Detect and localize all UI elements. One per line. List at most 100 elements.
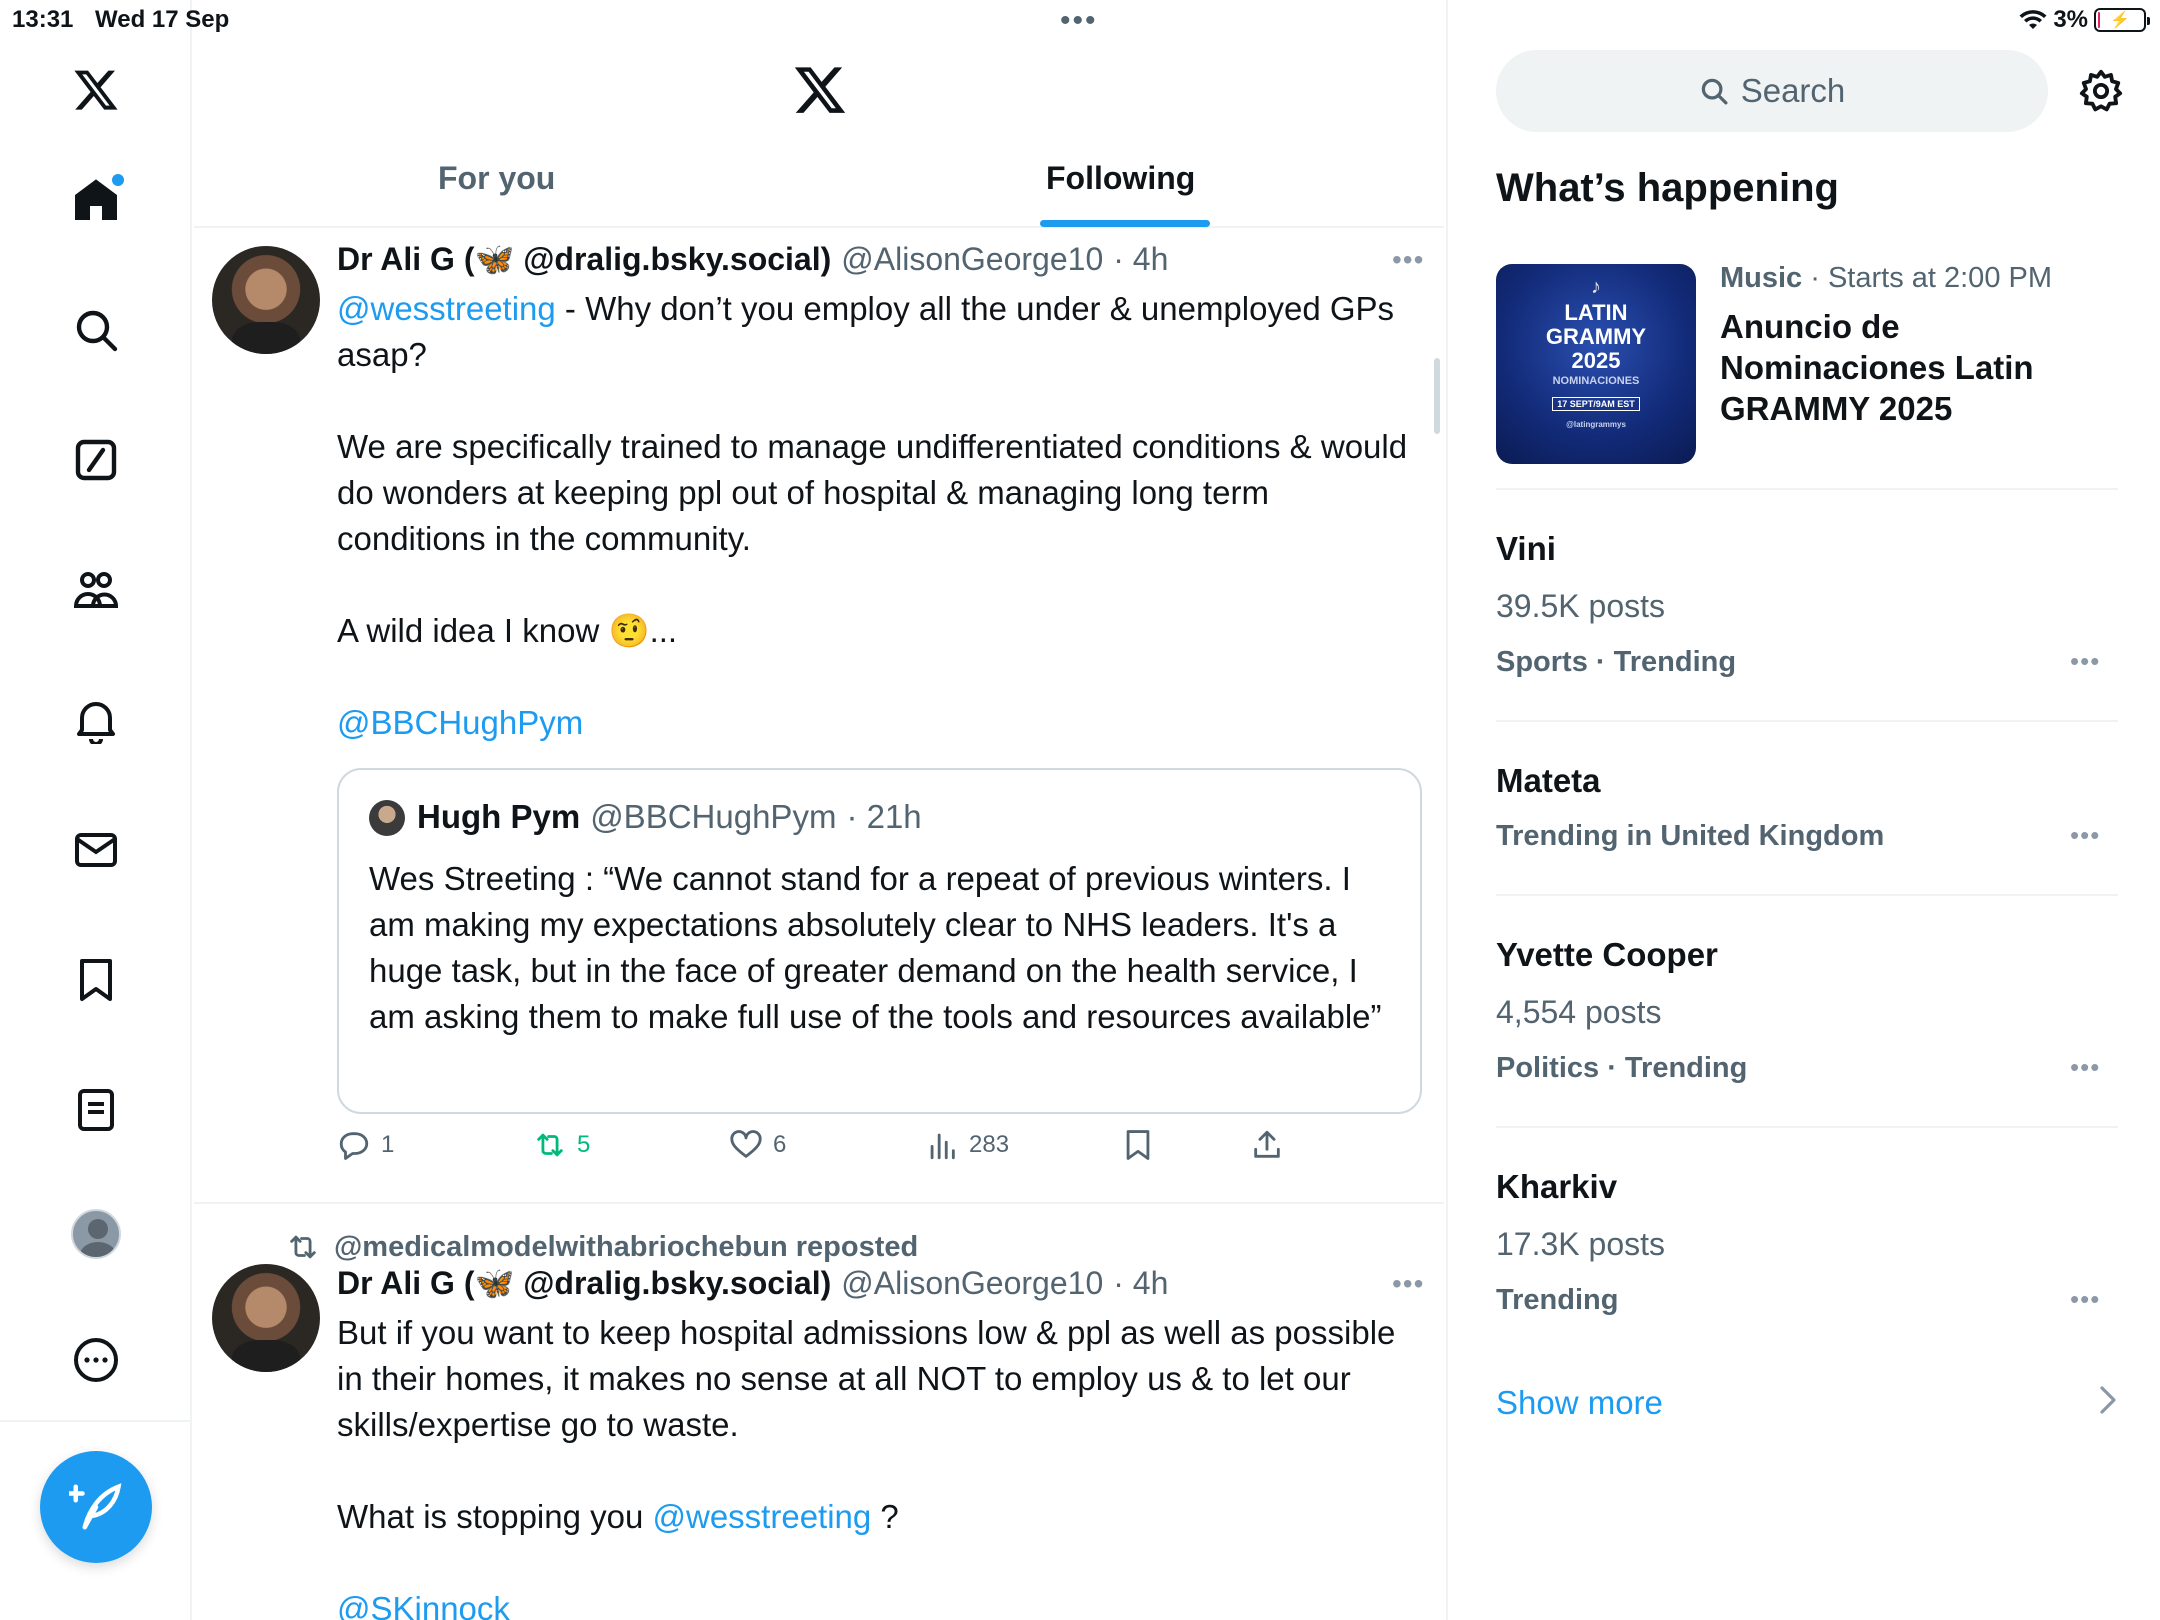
reply-button[interactable]: 1: [337, 1128, 394, 1162]
bookmark-icon: [1126, 1130, 1150, 1160]
battery-icon: ⚡: [2094, 8, 2150, 32]
quote-author-handle: @BBCHughPym: [590, 798, 837, 835]
quote-text: Wes Streeting : “We cannot stand for a r…: [369, 860, 1382, 1035]
repost-button[interactable]: 5: [533, 1128, 590, 1162]
timeline-feed: Dr Ali G (🦋 @dralig.bsky.social) @Alison…: [194, 230, 1444, 1620]
thumb-text: 17 SEPT/9AM EST: [1552, 397, 1640, 411]
author-name[interactable]: Dr Ali G (🦋 @dralig.bsky.social): [337, 240, 831, 278]
x-logo-icon[interactable]: [68, 62, 124, 118]
multitasking-dots-icon[interactable]: •••: [1060, 4, 1098, 38]
trend-divider: [1496, 1126, 2118, 1128]
quote-header: Hugh Pym @BBCHughPym · 21h: [417, 798, 922, 836]
emoji-icon: 🤨: [608, 612, 650, 649]
whats-happening-title: What’s happening: [1496, 166, 1839, 210]
thumb-text: 2025: [1571, 348, 1621, 373]
author-avatar[interactable]: [212, 246, 320, 354]
search-placeholder: Search: [1740, 72, 1846, 109]
active-tab-indicator: [1040, 220, 1210, 227]
compose-icon: [69, 1483, 122, 1530]
search-icon: [1701, 78, 1728, 105]
share-button[interactable]: [1250, 1128, 1284, 1162]
post-more-icon[interactable]: •••: [1392, 244, 1424, 276]
repost-icon: [537, 1133, 563, 1157]
author-handle[interactable]: @AlisonGeorge10: [841, 241, 1103, 278]
search-input[interactable]: Search: [1496, 50, 2048, 132]
trend-post-count: 4,554 posts: [1496, 994, 1662, 1030]
more-icon[interactable]: [68, 1332, 124, 1388]
nav-divider: [0, 1420, 192, 1422]
author-avatar[interactable]: [212, 1264, 320, 1372]
notification-dot: [112, 174, 124, 186]
event-title[interactable]: Anuncio de Nominaciones Latin GRAMMY 202…: [1720, 306, 2120, 429]
trend-more-icon[interactable]: •••: [2070, 646, 2100, 677]
trend-topic: Vini: [1496, 530, 1556, 567]
messages-icon[interactable]: [68, 822, 124, 878]
tab-following[interactable]: Following: [1046, 160, 1195, 197]
bookmarks-icon[interactable]: [68, 952, 124, 1008]
gear-icon[interactable]: [2078, 68, 2124, 114]
trend-meta: Trending: [1496, 1284, 1619, 1316]
post-text-tail: ...: [649, 612, 678, 649]
search-icon[interactable]: [68, 302, 124, 358]
like-button[interactable]: 6: [729, 1128, 786, 1162]
quoted-post[interactable]: Hugh Pym @BBCHughPym · 21h Wes Streeting…: [337, 768, 1422, 1114]
left-nav: [0, 0, 192, 1620]
post-text-tail: ?: [871, 1498, 899, 1535]
post-time[interactable]: · 4h: [1113, 1265, 1168, 1302]
feed-scrollbar[interactable]: [1434, 358, 1440, 434]
post-text: But if you want to keep hospital admissi…: [337, 1310, 1422, 1620]
trend-topic: Yvette Cooper: [1496, 936, 1718, 973]
reply-icon: [339, 1132, 369, 1160]
communities-icon[interactable]: [68, 562, 124, 618]
profile-icon[interactable]: [68, 1206, 124, 1262]
trend-topic: Kharkiv: [1496, 1168, 1618, 1205]
event-start-time: · Starts at 2:00 PM: [1802, 262, 2053, 294]
trend-divider: [1496, 894, 2118, 896]
lists-icon[interactable]: [68, 1082, 124, 1138]
thumb-text: @latingrammys: [1566, 420, 1626, 429]
status-date: Wed 17 Sep: [95, 6, 230, 33]
mention-link[interactable]: @wesstreeting: [653, 1498, 872, 1535]
trend-topic: Mateta: [1496, 762, 1601, 799]
post-paragraph: We are specifically trained to manage un…: [337, 428, 1408, 557]
trend-divider: [1496, 488, 2118, 490]
author-handle[interactable]: @AlisonGeorge10: [841, 1265, 1103, 1302]
compose-button[interactable]: [40, 1451, 152, 1563]
post-paragraph: A wild idea I know: [337, 612, 609, 649]
status-bar: 13:31 Wed 17 Sep ••• 3% ⚡: [0, 0, 2160, 40]
trend-more-icon[interactable]: •••: [2070, 1052, 2100, 1083]
author-name[interactable]: Dr Ali G (🦋 @dralig.bsky.social): [337, 1264, 831, 1302]
grok-icon[interactable]: [68, 432, 124, 488]
post-divider: [194, 1202, 1444, 1204]
battery-percent: 3%: [2053, 6, 2088, 33]
views-button[interactable]: 283: [925, 1128, 1009, 1162]
repost-context[interactable]: @medicalmodelwithabriochebun reposted: [286, 1230, 918, 1264]
right-sidebar: Search What’s happening ♪ LATIN GRAMMY 2…: [1446, 0, 2160, 1620]
bookmark-button[interactable]: [1121, 1128, 1155, 1162]
quote-time: · 21h: [846, 798, 922, 835]
like-count: 6: [773, 1131, 787, 1158]
mention-link[interactable]: @SKinnock: [337, 1590, 510, 1620]
x-logo-icon[interactable]: [792, 62, 848, 118]
post-time[interactable]: · 4h: [1113, 241, 1168, 278]
quote-author-name: Hugh Pym: [417, 798, 581, 835]
reposted-by-label: @medicalmodelwithabriochebun reposted: [334, 1230, 919, 1263]
tab-for-you[interactable]: For you: [438, 160, 555, 197]
mention-link[interactable]: @wesstreeting: [337, 290, 556, 327]
notifications-icon[interactable]: [68, 692, 124, 748]
event-thumbnail[interactable]: ♪ LATIN GRAMMY 2025 NOMINACIONES 17 SEPT…: [1496, 264, 1696, 464]
trend-more-icon[interactable]: •••: [2070, 820, 2100, 851]
mention-link[interactable]: @BBCHughPym: [337, 704, 583, 741]
trend-more-icon[interactable]: •••: [2070, 1284, 2100, 1315]
show-more-link[interactable]: Show more: [1496, 1384, 1663, 1422]
trend-meta: Trending in United Kingdom: [1496, 820, 1885, 852]
post-text: @wesstreeting - Why don’t you employ all…: [337, 286, 1422, 746]
home-icon[interactable]: [68, 172, 124, 228]
views-count: 283: [969, 1131, 1010, 1158]
gramophone-icon: ♪: [1591, 276, 1601, 298]
repost-icon: [290, 1235, 316, 1259]
heart-icon: [730, 1130, 762, 1158]
post-actions: 1 5 6 283: [337, 1128, 1337, 1178]
trend-post-count: 39.5K posts: [1496, 588, 1665, 624]
post-more-icon[interactable]: •••: [1392, 1268, 1424, 1300]
